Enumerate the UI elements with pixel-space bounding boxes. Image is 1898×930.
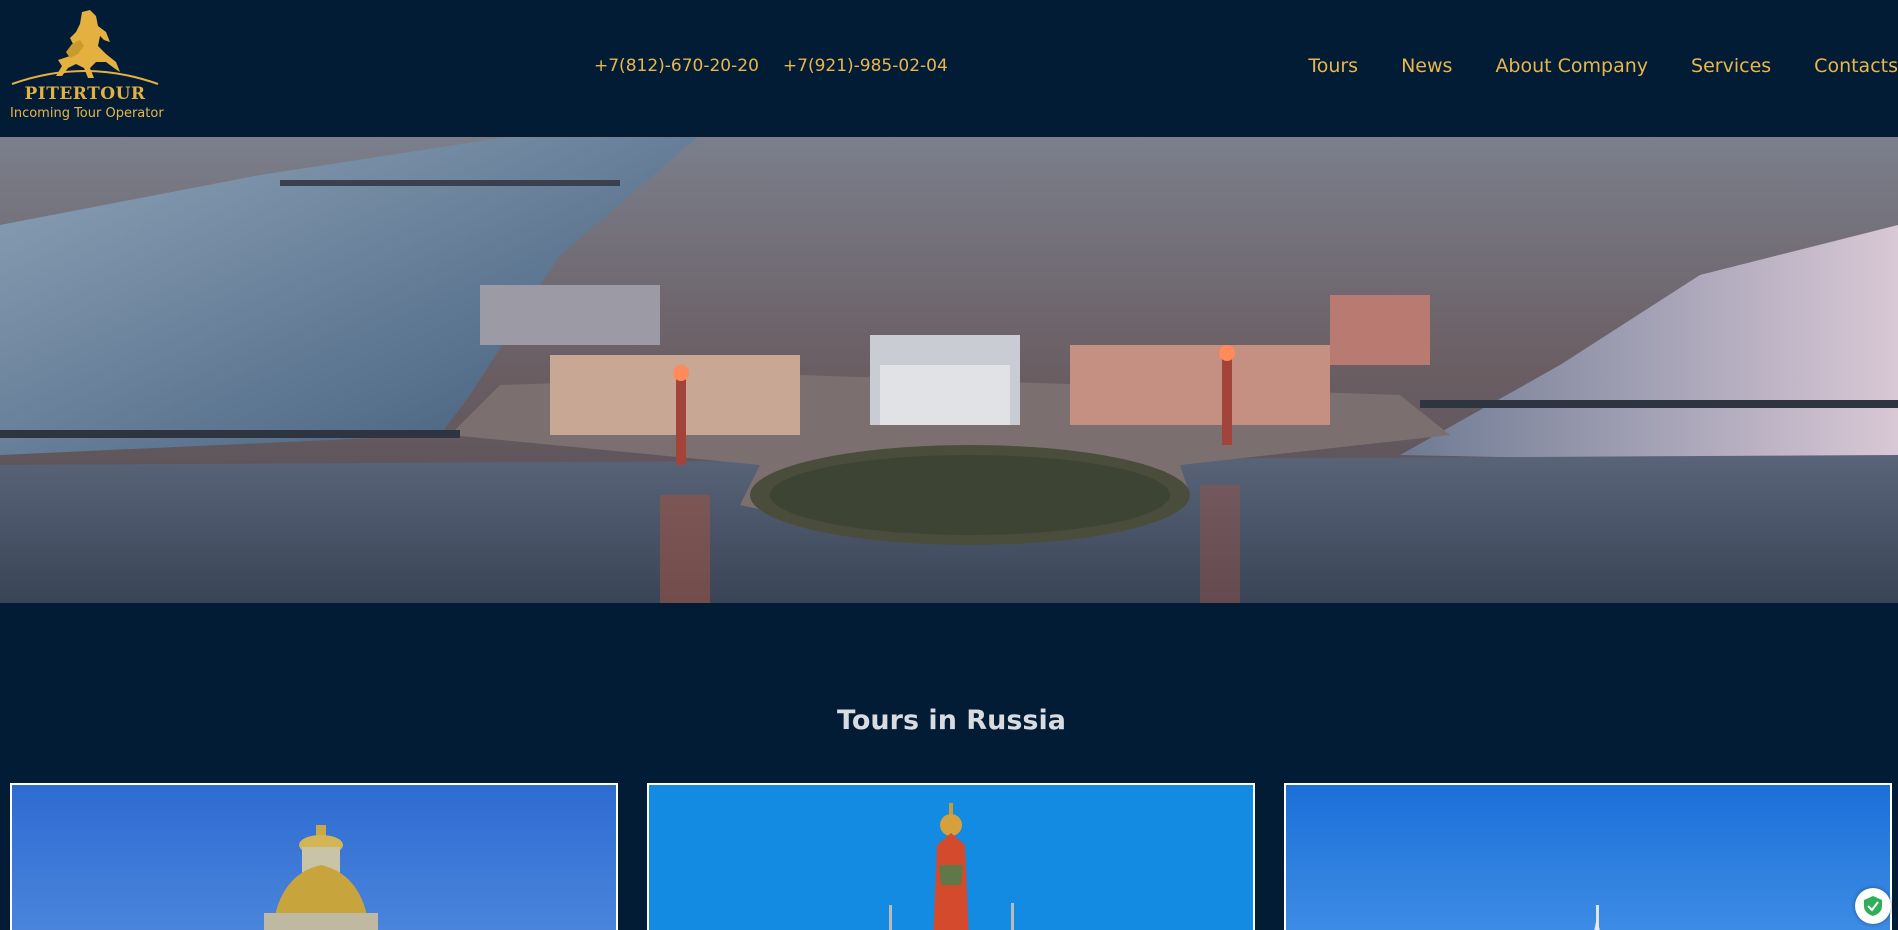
nav-contacts[interactable]: Contacts — [1814, 55, 1898, 77]
st-isaacs-cathedral-image — [12, 785, 616, 930]
nav-about-company[interactable]: About Company — [1495, 55, 1648, 77]
nav-tours[interactable]: Tours — [1308, 55, 1358, 77]
nav-news[interactable]: News — [1401, 55, 1452, 77]
brand-tagline: Incoming Tour Operator — [10, 106, 164, 121]
phone-link-1[interactable]: +7(812)-670-20-20 — [594, 56, 759, 76]
main-nav: Tours News About Company Services Contac… — [1265, 55, 1898, 77]
tour-card-1[interactable] — [10, 783, 618, 930]
logo-link[interactable]: PITERTOUR Incoming Tour Operator — [10, 6, 164, 126]
tour-card-3[interactable] — [1284, 783, 1892, 930]
hero-city-image — [0, 135, 1898, 603]
rearing-horse-icon — [11, 10, 159, 85]
section-title: Tours in Russia — [837, 705, 1066, 736]
site-header: PITERTOUR Incoming Tour Operator +7(812)… — [0, 0, 1898, 135]
shield-check-icon — [1864, 896, 1882, 916]
phone-link-2[interactable]: +7(921)-985-02-04 — [783, 56, 948, 76]
church-spire-image — [1286, 785, 1890, 930]
st-basils-cathedral-image — [649, 785, 1253, 930]
tour-card-2[interactable] — [647, 783, 1255, 930]
nav-services[interactable]: Services — [1691, 55, 1771, 77]
brand-name: PITERTOUR — [24, 84, 146, 104]
security-badge[interactable] — [1855, 888, 1891, 924]
hero-banner — [0, 135, 1898, 603]
phone-numbers: +7(812)-670-20-20 +7(921)-985-02-04 — [594, 56, 948, 76]
